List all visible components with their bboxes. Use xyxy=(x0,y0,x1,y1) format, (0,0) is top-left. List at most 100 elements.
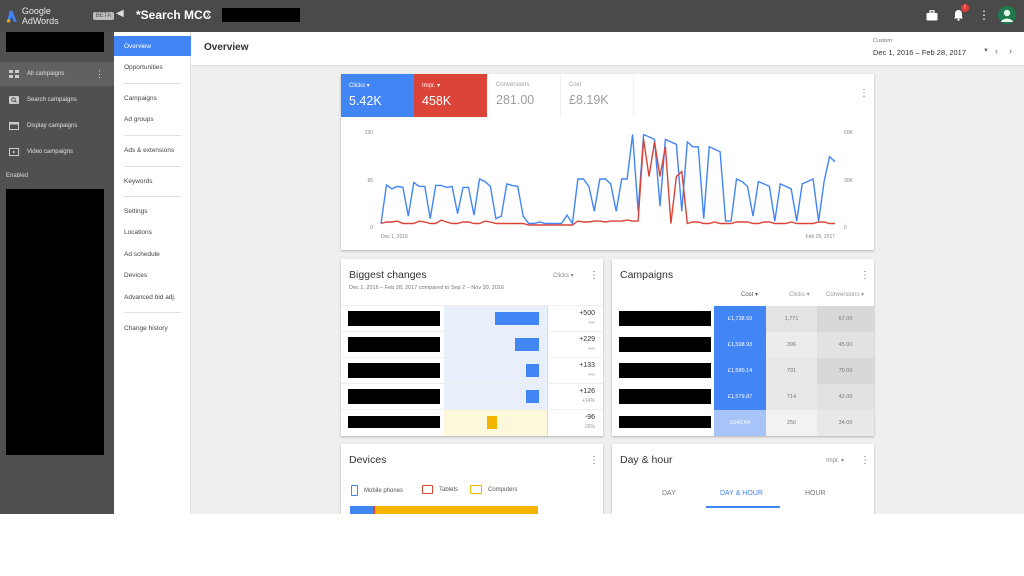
table-row[interactable]: £1,580.14 791 70.00 xyxy=(612,358,874,384)
more-vert-icon[interactable]: ⋮ xyxy=(860,455,870,466)
sidebar-item-label: Video campaigns xyxy=(27,149,73,155)
legend-label: Mobile phones xyxy=(364,487,404,494)
nav-ads-extensions[interactable]: Ads & extensions xyxy=(114,140,191,160)
adwords-logo-icon xyxy=(6,10,17,23)
nav-devices[interactable]: Devices xyxy=(114,265,191,285)
table-row[interactable]: £1,598.93 396 45.00 xyxy=(612,332,874,358)
search-icon xyxy=(8,96,19,104)
metric-select[interactable]: Impr. ▾ xyxy=(826,457,844,464)
sidebar-item-label: Search campaigns xyxy=(27,97,77,103)
divider xyxy=(547,332,548,358)
nav-settings[interactable]: Settings xyxy=(114,201,191,221)
active-tab-indicator xyxy=(706,506,780,508)
change-bar-zone xyxy=(444,384,547,410)
nav-divider xyxy=(124,83,181,84)
sidebar-item-search-campaigns[interactable]: Search campaigns xyxy=(0,88,114,112)
computer-icon xyxy=(470,485,482,494)
change-percent: +14% xyxy=(582,398,595,404)
table-row[interactable]: -96 -26% xyxy=(341,409,603,436)
change-value: -96 xyxy=(584,414,595,421)
table-row[interactable]: +133 +∞ xyxy=(341,357,603,384)
chevron-right-icon: › xyxy=(206,7,210,21)
computer-bar xyxy=(375,506,538,514)
table-row[interactable]: +229 +∞ xyxy=(341,331,603,358)
nav-ad-schedule[interactable]: Ad schedule xyxy=(114,244,191,264)
change-value: +500 xyxy=(579,310,595,317)
biggest-changes-card: Biggest changes Dec 1, 2016 – Feb 28, 20… xyxy=(341,259,603,436)
change-bar xyxy=(495,312,539,325)
display-icon xyxy=(8,122,19,130)
conversions-cell: 67.00 xyxy=(817,306,874,332)
table-row[interactable]: +126 +14% xyxy=(341,383,603,410)
metric-select-value: Clicks xyxy=(553,273,569,279)
nav-locations[interactable]: Locations xyxy=(114,222,191,242)
chevron-down-icon[interactable]: ▼ xyxy=(983,48,989,54)
brand[interactable]: Google AdWords BETA xyxy=(0,0,114,32)
date-range-picker[interactable]: Dec 1, 2016 – Feb 28, 2017 xyxy=(873,48,966,57)
redacted-account xyxy=(6,32,104,52)
change-value: +133 xyxy=(579,362,595,369)
column-header-label: Conversions xyxy=(826,292,860,298)
y-left-tick: 0 xyxy=(370,225,373,231)
nav-keywords[interactable]: Keywords xyxy=(114,171,191,191)
change-value: +126 xyxy=(579,388,595,395)
divider xyxy=(547,306,548,332)
table-row[interactable]: +500 +∞ xyxy=(341,305,603,332)
redacted-name xyxy=(348,363,440,378)
tab-hour[interactable]: HOUR xyxy=(805,490,826,497)
more-vert-icon[interactable]: ⋮ xyxy=(589,270,599,281)
sidebar-item-display-campaigns[interactable]: Display campaigns xyxy=(0,114,114,138)
tab-day[interactable]: DAY xyxy=(662,490,676,497)
sidebar-item-all-campaigns[interactable]: All campaigns ⋮ xyxy=(0,62,114,86)
column-header-conversions[interactable]: Conversions ▾ xyxy=(826,291,864,298)
metric-select[interactable]: Clicks ▾ xyxy=(553,272,574,279)
nav-divider xyxy=(124,196,181,197)
change-percent: +∞ xyxy=(588,320,595,326)
account-name[interactable]: *Search MCC xyxy=(136,8,211,22)
cost-cell: £1,598.93 xyxy=(714,332,766,358)
top-bar: Google AdWords BETA ◀ *Search MCC › ! ⋮ xyxy=(0,0,1024,32)
change-bar xyxy=(514,338,539,351)
collapse-icon[interactable]: ◀ xyxy=(116,8,124,19)
page-nav: Overview Opportunities Campaigns Ad grou… xyxy=(114,32,191,514)
sidebar-item-video-campaigns[interactable]: Video campaigns xyxy=(0,140,114,164)
nav-advanced-bid-adj[interactable]: Advanced bid adj. xyxy=(114,287,191,307)
redacted-campaign-list xyxy=(6,189,104,455)
grid-icon xyxy=(8,70,19,78)
table-row[interactable]: £1,738.59 1,771 67.00 xyxy=(612,306,874,332)
bell-icon[interactable]: ! xyxy=(950,4,969,23)
sort-icon: ▾ xyxy=(861,292,865,298)
y-left-tick: 95 xyxy=(367,178,373,184)
clicks-cell: 791 xyxy=(766,358,817,384)
date-range-caption: Custom xyxy=(873,38,892,44)
sort-desc-icon: ▾ xyxy=(755,292,759,298)
nav-campaigns[interactable]: Campaigns xyxy=(114,88,191,108)
clicks-cell: 714 xyxy=(766,384,817,410)
more-vert-icon[interactable]: ⋮ xyxy=(95,69,104,80)
nav-opportunities[interactable]: Opportunities xyxy=(114,57,191,77)
phone-icon xyxy=(351,485,358,496)
redacted-name xyxy=(348,337,440,352)
more-vert-icon[interactable]: ⋮ xyxy=(976,7,992,23)
column-header-cost[interactable]: Cost ▾ xyxy=(741,291,758,298)
briefcase-icon[interactable] xyxy=(924,7,940,23)
nav-overview[interactable]: Overview xyxy=(114,36,191,56)
chevron-left-icon[interactable]: ‹ xyxy=(995,46,998,56)
chevron-right-icon[interactable]: › xyxy=(1009,46,1012,56)
nav-ad-groups[interactable]: Ad groups xyxy=(114,109,191,129)
redacted-name xyxy=(619,311,711,326)
more-vert-icon[interactable]: ⋮ xyxy=(589,455,599,466)
redacted-name xyxy=(619,416,711,428)
account-icon[interactable] xyxy=(998,6,1016,24)
more-vert-icon[interactable]: ⋮ xyxy=(860,270,870,281)
redacted-name xyxy=(348,311,440,326)
column-header-clicks[interactable]: Clicks ▾ xyxy=(789,291,810,298)
nav-change-history[interactable]: Change history xyxy=(114,318,191,338)
table-row[interactable]: £1,579.87 714 42.00 xyxy=(612,384,874,410)
page-title: Overview xyxy=(204,42,249,53)
table-row[interactable]: £540.64 250 34.00 xyxy=(612,410,874,436)
overview-card: Clicks ▾ 5.42K Impr. ▾ 458K Conversions … xyxy=(341,74,874,250)
legend-label: Computers xyxy=(488,486,518,493)
tab-day-and-hour[interactable]: DAY & HOUR xyxy=(720,490,763,497)
y-left-tick: 190 xyxy=(365,130,374,136)
